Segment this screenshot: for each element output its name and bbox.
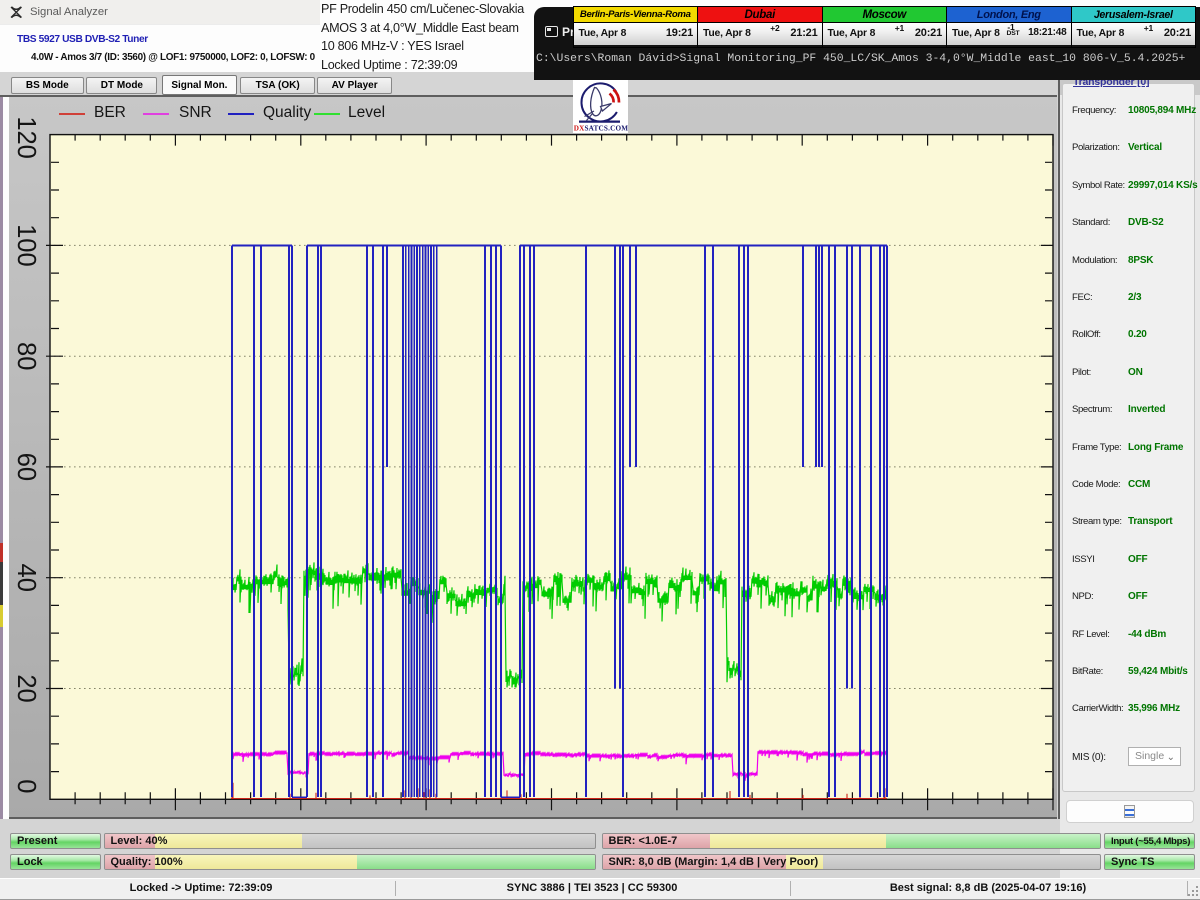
svg-text:DXSATCS.COM: DXSATCS.COM xyxy=(574,125,628,133)
svg-text:100: 100 xyxy=(12,224,40,267)
svg-text:0: 0 xyxy=(12,779,40,793)
svg-text:80: 80 xyxy=(12,342,40,370)
svg-text:120: 120 xyxy=(12,116,40,159)
svg-text:60: 60 xyxy=(12,453,40,481)
svg-text:40: 40 xyxy=(12,564,40,592)
svg-text:20: 20 xyxy=(12,674,40,702)
